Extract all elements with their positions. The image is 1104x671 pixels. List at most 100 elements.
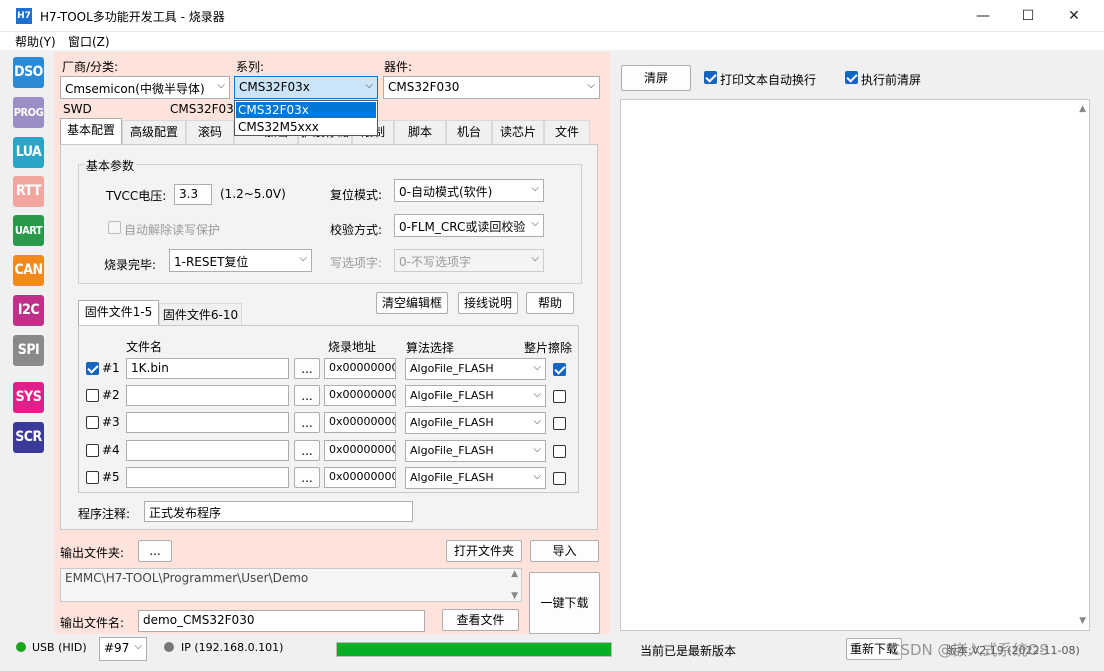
ip-status-icon: [164, 642, 174, 652]
address-input[interactable]: 0x00000000: [324, 358, 396, 379]
sidebar-rtt-button[interactable]: RTT: [13, 176, 44, 207]
address-input[interactable]: 0x00000000: [324, 467, 396, 488]
one-key-download-button[interactable]: 一键下载: [529, 572, 600, 634]
file-browse-button[interactable]: ...: [294, 385, 320, 406]
done-select[interactable]: 1-RESET复位 ⌵: [169, 249, 312, 272]
help-button[interactable]: 帮助: [526, 292, 574, 314]
sidebar-uart-button[interactable]: UART: [13, 215, 44, 246]
file-row-id: #2: [102, 388, 120, 402]
device-number-select[interactable]: #97 ⌵: [99, 637, 147, 661]
chip-erase-checkbox[interactable]: [553, 363, 566, 376]
usb-status: USB (HID): [32, 641, 87, 654]
menu-help[interactable]: 帮助(Y): [15, 33, 56, 50]
file-name-input[interactable]: [126, 467, 289, 488]
algorithm-select[interactable]: AlgoFile_FLASH ⌵: [405, 358, 546, 380]
sidebar-i2c-button[interactable]: I2C: [13, 295, 44, 326]
view-file-button[interactable]: 查看文件: [442, 609, 519, 631]
log-textarea[interactable]: ▲ ▼: [620, 99, 1090, 631]
close-button[interactable]: ✕: [1051, 0, 1097, 32]
tvcc-input[interactable]: 3.3: [174, 184, 212, 205]
clear-before-checkbox[interactable]: [845, 71, 858, 84]
auto-unlock-checkbox[interactable]: [108, 221, 121, 234]
chevron-down-icon: ⌵: [365, 80, 373, 91]
tab-script[interactable]: 脚本: [394, 120, 446, 144]
series-option-selected[interactable]: CMS32F03x: [236, 102, 376, 118]
tab-read-chip[interactable]: 读芯片: [492, 120, 544, 144]
file-enable-checkbox[interactable]: [86, 416, 99, 429]
address-input[interactable]: 0x00000000: [324, 412, 396, 433]
device-select[interactable]: CMS32F030 ⌵: [383, 76, 600, 99]
watermark: CSDN @嵌入式系统OS: [890, 641, 1049, 659]
reset-select[interactable]: 0-自动模式(软件) ⌵: [394, 179, 544, 202]
output-path-field[interactable]: EMMC\H7-TOOL\Programmer\User\Demo ▲ ▼: [60, 568, 522, 602]
wiring-button[interactable]: 接线说明: [458, 292, 518, 314]
tab-firmware-1-5[interactable]: 固件文件1-5: [78, 300, 159, 326]
minimize-button[interactable]: —: [960, 0, 1006, 32]
series-select[interactable]: CMS32F03x ⌵: [234, 76, 378, 99]
menu-window[interactable]: 窗口(Z): [68, 33, 110, 50]
vendor-select[interactable]: Cmsemicon(中微半导体) ⌵: [60, 76, 230, 99]
file-name-input[interactable]: [126, 412, 289, 433]
sidebar-dso-button[interactable]: DSO: [13, 57, 44, 88]
file-enable-checkbox[interactable]: [86, 362, 99, 375]
tab-basic[interactable]: 基本配置: [60, 118, 122, 144]
sidebar-scr-button[interactable]: SCR: [13, 422, 44, 453]
file-name-input[interactable]: 1K.bin: [126, 358, 289, 379]
file-browse-button[interactable]: ...: [294, 467, 320, 488]
status-bar: USB (HID) #97 ⌵ IP (192.168.0.101) 当前已是最新…: [0, 634, 1104, 671]
file-row-id: #1: [102, 361, 120, 375]
tab-file[interactable]: 文件: [544, 120, 590, 144]
tab-firmware-6-10[interactable]: 固件文件6-10: [159, 303, 242, 327]
clear-screen-button[interactable]: 清屏: [621, 65, 691, 91]
clear-editor-button[interactable]: 清空编辑框: [376, 292, 448, 314]
tab-machine[interactable]: 机台: [446, 120, 492, 144]
device-label: 器件:: [384, 60, 413, 74]
file-enable-checkbox[interactable]: [86, 471, 99, 484]
note-input[interactable]: 正式发布程序: [144, 501, 413, 522]
option-label: 写选项字:: [330, 256, 383, 270]
sidebar-sys-button[interactable]: SYS: [13, 382, 44, 413]
scroll-up-icon[interactable]: ▲: [511, 569, 518, 579]
algorithm-select[interactable]: AlgoFile_FLASH ⌵: [405, 412, 546, 434]
tab-rolling-code[interactable]: 滚码: [186, 120, 234, 144]
file-enable-checkbox[interactable]: [86, 389, 99, 402]
algorithm-select[interactable]: AlgoFile_FLASH ⌵: [405, 385, 546, 407]
address-input[interactable]: 0x00000000: [324, 385, 396, 406]
file-name-input[interactable]: [126, 440, 289, 461]
algorithm-select[interactable]: AlgoFile_FLASH ⌵: [405, 440, 546, 462]
series-option[interactable]: CMS32M5xxx: [236, 119, 376, 135]
maximize-button[interactable]: ☐: [1005, 0, 1051, 32]
sidebar-prog-button[interactable]: PROG: [13, 97, 44, 128]
chip-erase-checkbox[interactable]: [553, 417, 566, 430]
output-folder-label: 输出文件夹:: [60, 546, 125, 560]
scroll-down-icon[interactable]: ▼: [1079, 616, 1086, 626]
tvcc-label: TVCC电压:: [106, 189, 167, 203]
file-browse-button[interactable]: ...: [294, 358, 320, 379]
interface-label: SWD: [63, 102, 92, 116]
window-title: H7-TOOL多功能开发工具 - 烧录器: [40, 10, 225, 24]
import-button[interactable]: 导入: [530, 540, 599, 562]
sidebar-can-button[interactable]: CAN: [13, 255, 44, 286]
output-name-input[interactable]: demo_CMS32F030: [138, 610, 425, 632]
file-enable-checkbox[interactable]: [86, 444, 99, 457]
sidebar-spi-button[interactable]: SPI: [13, 335, 44, 366]
file-browse-button[interactable]: ...: [294, 412, 320, 433]
open-folder-button[interactable]: 打开文件夹: [446, 540, 522, 562]
title-bar: H7 H7-TOOL多功能开发工具 - 烧录器 — ☐ ✕: [0, 0, 1104, 32]
verify-select[interactable]: 0-FLM_CRC或读回校验 ⌵: [394, 214, 544, 237]
chip-erase-checkbox[interactable]: [553, 390, 566, 403]
address-input[interactable]: 0x00000000: [324, 440, 396, 461]
option-select[interactable]: 0-不写选项字 ⌵: [394, 249, 544, 272]
tab-advanced[interactable]: 高级配置: [122, 120, 186, 144]
chevron-down-icon: ⌵: [299, 253, 307, 264]
file-name-input[interactable]: [126, 385, 289, 406]
output-folder-browse-button[interactable]: ...: [138, 540, 172, 562]
file-browse-button[interactable]: ...: [294, 440, 320, 461]
wrap-text-checkbox[interactable]: [704, 71, 717, 84]
chip-erase-checkbox[interactable]: [553, 445, 566, 458]
sidebar-lua-button[interactable]: LUA: [13, 137, 44, 168]
scroll-up-icon[interactable]: ▲: [1079, 104, 1086, 114]
scroll-down-icon[interactable]: ▼: [511, 591, 518, 601]
algorithm-select[interactable]: AlgoFile_FLASH ⌵: [405, 467, 546, 489]
chip-erase-checkbox[interactable]: [553, 472, 566, 485]
